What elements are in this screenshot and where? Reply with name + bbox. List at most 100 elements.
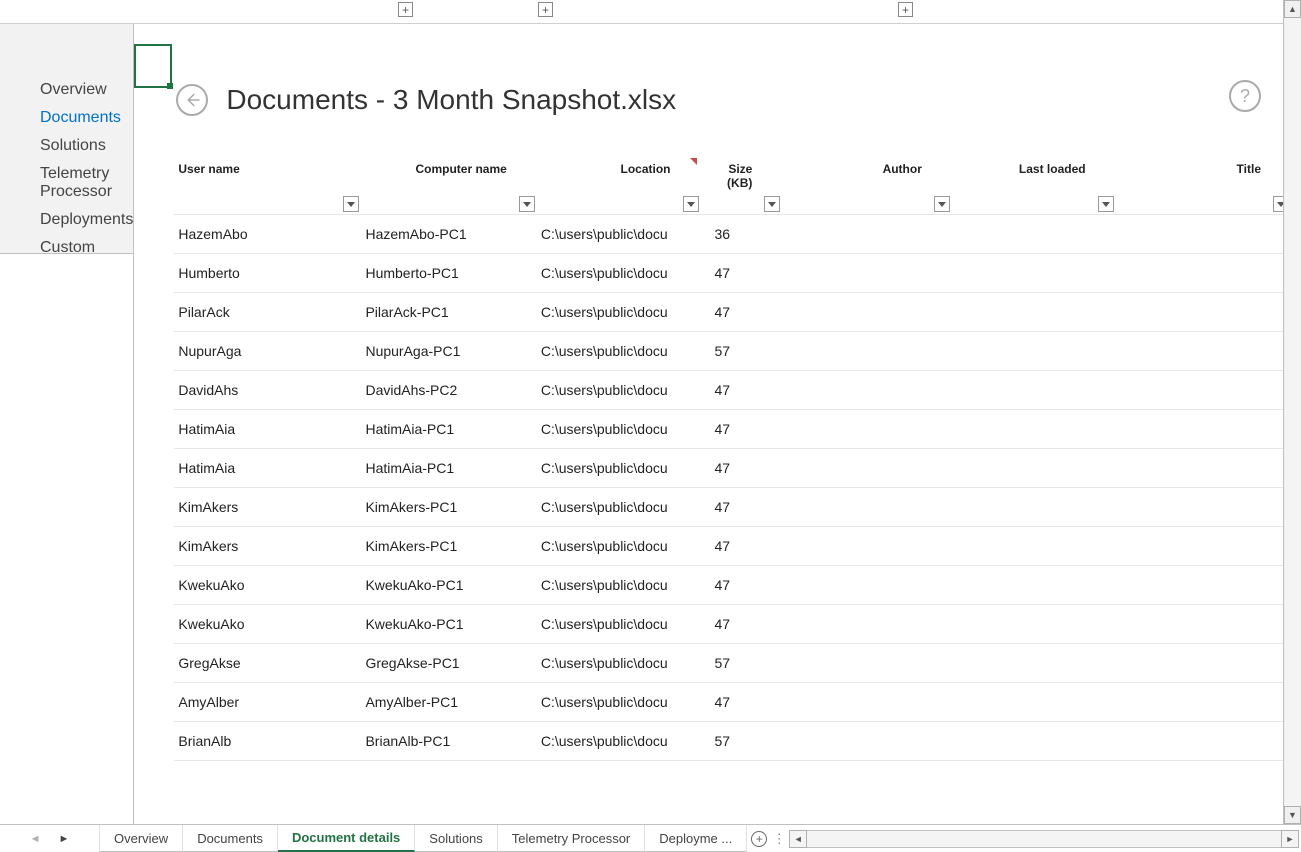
new-sheet-button[interactable]: + bbox=[747, 825, 771, 852]
cell-user: GregAkse bbox=[174, 644, 361, 683]
table-row[interactable]: AmyAlberAmyAlber-PC1C:\users\public\docu… bbox=[174, 683, 1291, 722]
cell-user: DavidAhs bbox=[174, 371, 361, 410]
cell-size: 47 bbox=[701, 449, 783, 488]
filter-button[interactable] bbox=[934, 196, 950, 212]
sidebar-item-overview[interactable]: Overview bbox=[0, 76, 133, 104]
cell-last_loaded bbox=[952, 566, 1116, 605]
tab-deployments[interactable]: Deployme ... bbox=[645, 825, 747, 852]
scroll-left-button[interactable]: ◄ bbox=[789, 830, 807, 848]
main-content: Documents - 3 Month Snapshot.xlsx ? User… bbox=[134, 24, 1301, 824]
cell-size: 47 bbox=[701, 527, 783, 566]
filter-button[interactable] bbox=[1098, 196, 1114, 212]
table-row[interactable]: HazemAboHazemAbo-PC1C:\users\public\docu… bbox=[174, 215, 1291, 254]
filter-button[interactable] bbox=[683, 196, 699, 212]
scroll-down-button[interactable]: ▼ bbox=[1284, 806, 1301, 824]
sidebar-item-documents[interactable]: Documents bbox=[0, 104, 133, 132]
sidebar: Overview Documents Solutions Telemetry P… bbox=[0, 24, 134, 824]
filter-button[interactable] bbox=[764, 196, 780, 212]
cell-last_loaded bbox=[952, 293, 1116, 332]
cell-title bbox=[1116, 722, 1291, 761]
tab-telemetry-processor[interactable]: Telemetry Processor bbox=[498, 825, 645, 852]
question-icon: ? bbox=[1240, 86, 1250, 107]
cell-title bbox=[1116, 566, 1291, 605]
cell-last_loaded bbox=[952, 683, 1116, 722]
cell-author bbox=[782, 215, 952, 254]
cell-location: C:\users\public\docu bbox=[537, 644, 701, 683]
cell-computer: HatimAia-PC1 bbox=[361, 449, 536, 488]
cell-author bbox=[782, 683, 952, 722]
table-row[interactable]: KimAkersKimAkers-PC1C:\users\public\docu… bbox=[174, 527, 1291, 566]
filter-button[interactable] bbox=[343, 196, 359, 212]
cell-size: 57 bbox=[701, 332, 783, 371]
plus-icon: + bbox=[751, 831, 767, 847]
cell-location: C:\users\public\docu bbox=[537, 371, 701, 410]
table-row[interactable]: DavidAhsDavidAhs-PC2C:\users\public\docu… bbox=[174, 371, 1291, 410]
scroll-right-button[interactable]: ► bbox=[1281, 830, 1299, 848]
cell-size: 47 bbox=[701, 293, 783, 332]
cell-title bbox=[1116, 215, 1291, 254]
scroll-up-button[interactable]: ▲ bbox=[1284, 0, 1301, 18]
outline-bar: + + + bbox=[0, 0, 1301, 24]
scroll-track[interactable] bbox=[807, 830, 1281, 848]
sidebar-item-deployments[interactable]: Deployments bbox=[0, 206, 133, 234]
cell-location: C:\users\public\docu bbox=[537, 332, 701, 371]
cell-last_loaded bbox=[952, 488, 1116, 527]
outline-expand-button[interactable]: + bbox=[538, 2, 553, 17]
scroll-track[interactable] bbox=[1284, 18, 1301, 806]
tab-nav-next[interactable]: ► bbox=[59, 833, 70, 845]
filter-button[interactable] bbox=[519, 196, 535, 212]
cell-user: KimAkers bbox=[174, 488, 361, 527]
cell-computer: KwekuAko-PC1 bbox=[361, 605, 536, 644]
cell-computer: KimAkers-PC1 bbox=[361, 527, 536, 566]
cell-computer: HatimAia-PC1 bbox=[361, 410, 536, 449]
col-computer-name: Computer name bbox=[361, 156, 536, 215]
cell-size: 57 bbox=[701, 644, 783, 683]
cell-title bbox=[1116, 488, 1291, 527]
table-row[interactable]: HatimAiaHatimAia-PC1C:\users\public\docu… bbox=[174, 449, 1291, 488]
tab-divider[interactable]: ⋮ bbox=[771, 825, 787, 852]
help-button[interactable]: ? bbox=[1229, 80, 1261, 112]
tab-overview[interactable]: Overview bbox=[100, 825, 183, 852]
cell-author bbox=[782, 332, 952, 371]
tab-documents[interactable]: Documents bbox=[183, 825, 278, 852]
table-row[interactable]: PilarAckPilarAck-PC1C:\users\public\docu… bbox=[174, 293, 1291, 332]
cell-title bbox=[1116, 449, 1291, 488]
table-row[interactable]: KwekuAkoKwekuAko-PC1C:\users\public\docu… bbox=[174, 566, 1291, 605]
table-row[interactable]: HatimAiaHatimAia-PC1C:\users\public\docu… bbox=[174, 410, 1291, 449]
cell-author bbox=[782, 488, 952, 527]
table-row[interactable]: NupurAgaNupurAga-PC1C:\users\public\docu… bbox=[174, 332, 1291, 371]
tab-document-details[interactable]: Document details bbox=[278, 825, 415, 852]
sidebar-item-telemetry-processor[interactable]: Telemetry Processor bbox=[0, 160, 133, 206]
cell-user: HatimAia bbox=[174, 449, 361, 488]
cell-last_loaded bbox=[952, 449, 1116, 488]
col-title: Title bbox=[1116, 156, 1291, 215]
cell-author bbox=[782, 293, 952, 332]
tab-nav-prev[interactable]: ◄ bbox=[30, 833, 41, 845]
col-last-loaded: Last loaded bbox=[952, 156, 1116, 215]
cell-author bbox=[782, 605, 952, 644]
col-user-name: User name bbox=[174, 156, 361, 215]
outline-expand-button[interactable]: + bbox=[898, 2, 913, 17]
table-row[interactable]: KimAkersKimAkers-PC1C:\users\public\docu… bbox=[174, 488, 1291, 527]
outline-expand-button[interactable]: + bbox=[398, 2, 413, 17]
table-row[interactable]: HumbertoHumberto-PC1C:\users\public\docu… bbox=[174, 254, 1291, 293]
cell-last_loaded bbox=[952, 722, 1116, 761]
tab-solutions[interactable]: Solutions bbox=[415, 825, 497, 852]
cell-last_loaded bbox=[952, 605, 1116, 644]
horizontal-scrollbar[interactable]: ◄ ► bbox=[787, 825, 1301, 852]
vertical-scrollbar[interactable]: ▲ ▼ bbox=[1283, 0, 1301, 824]
cell-author bbox=[782, 449, 952, 488]
table-row[interactable]: BrianAlbBrianAlb-PC1C:\users\public\docu… bbox=[174, 722, 1291, 761]
cell-last_loaded bbox=[952, 215, 1116, 254]
sidebar-item-solutions[interactable]: Solutions bbox=[0, 132, 133, 160]
table-row[interactable]: KwekuAkoKwekuAko-PC1C:\users\public\docu… bbox=[174, 605, 1291, 644]
cell-size: 47 bbox=[701, 254, 783, 293]
cell-last_loaded bbox=[952, 410, 1116, 449]
cell-title bbox=[1116, 644, 1291, 683]
cell-author bbox=[782, 722, 952, 761]
cell-last_loaded bbox=[952, 332, 1116, 371]
arrow-left-icon bbox=[183, 91, 201, 109]
back-button[interactable] bbox=[176, 84, 208, 116]
comment-indicator-icon bbox=[690, 158, 697, 165]
table-row[interactable]: GregAkseGregAkse-PC1C:\users\public\docu… bbox=[174, 644, 1291, 683]
